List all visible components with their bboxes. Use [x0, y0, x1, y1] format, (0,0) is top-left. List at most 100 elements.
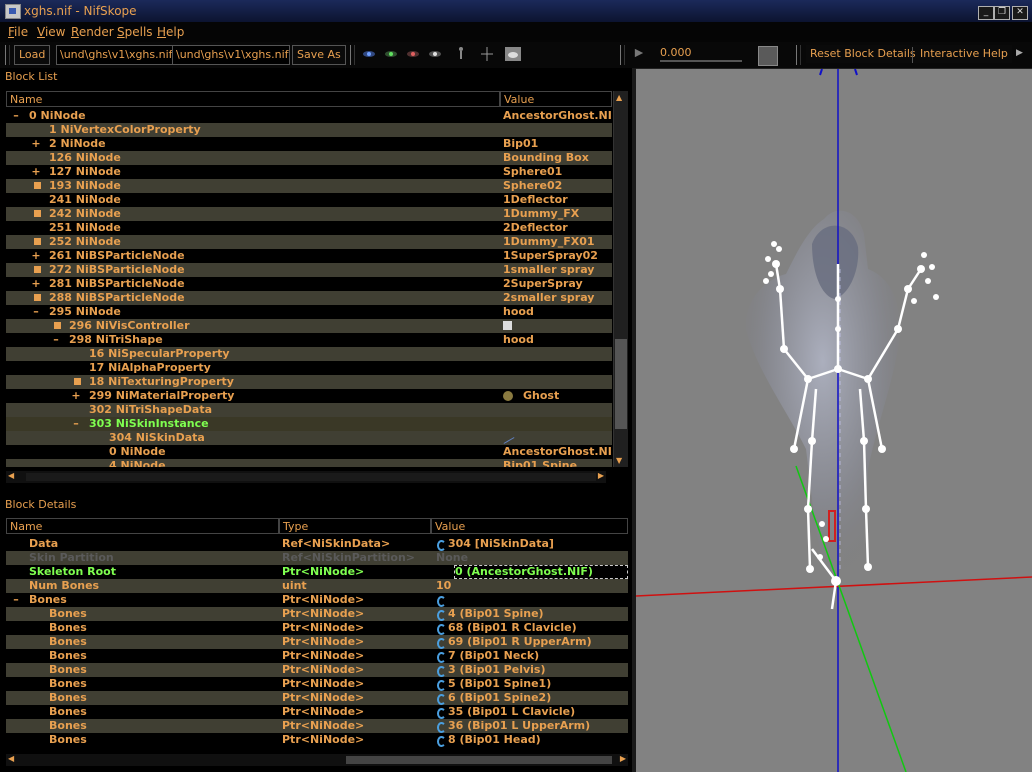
save-as-button[interactable]: Save As — [292, 45, 346, 65]
expand-icon[interactable]: + — [71, 389, 81, 403]
block-list-row[interactable]: 16 NiSpecularProperty — [6, 347, 612, 361]
block-list-row[interactable]: 251 NiNode 2Deflector — [6, 221, 612, 235]
block-details-tree[interactable]: Data Ref<NiSkinData> 304 [NiSkinData] Skin … — [6, 537, 628, 749]
expand-box-icon[interactable] — [34, 294, 41, 301]
block-list-row[interactable]: 296 NiVisController — [6, 319, 612, 333]
block-list-row[interactable]: 1 NiVertexColorProperty — [6, 123, 612, 137]
block-list-row[interactable]: 272 NiBSParticleNode 1smaller spray — [6, 263, 612, 277]
link-icon[interactable] — [436, 651, 446, 663]
block-list-row[interactable]: +261 NiBSParticleNode 1SuperSpray02 — [6, 249, 612, 263]
lighting-icon[interactable] — [504, 46, 522, 62]
detail-row[interactable]: Bones Ptr<NiNode> 8 (Bip01 Head) — [6, 733, 628, 747]
render-viewport[interactable] — [636, 69, 1032, 772]
expand-box-icon[interactable] — [54, 322, 61, 329]
detail-row[interactable]: Bones Ptr<NiNode> 5 (Bip01 Spine1) — [6, 677, 628, 691]
detail-value[interactable] — [436, 593, 626, 607]
link-icon[interactable] — [436, 623, 446, 635]
expand-box-icon[interactable] — [34, 210, 41, 217]
link-icon[interactable] — [436, 735, 446, 747]
block-list-row[interactable]: +281 NiBSParticleNode 2SuperSpray — [6, 277, 612, 291]
collapse-icon[interactable]: – — [71, 417, 81, 431]
detail-row[interactable]: Skeleton Root Ptr<NiNode> 0 (AncestorGhost… — [6, 565, 628, 579]
block-list-row[interactable]: –298 NiTriShape hood — [6, 333, 612, 347]
detail-row[interactable]: Num Bones uint 10 — [6, 579, 628, 593]
toolbar-grip-4[interactable] — [796, 45, 801, 65]
axes-icon[interactable] — [480, 46, 494, 62]
link-icon[interactable] — [436, 679, 446, 691]
expand-icon[interactable]: + — [31, 249, 41, 263]
detail-row[interactable]: Skin Partition Ref<NiSkinPartition> None — [6, 551, 628, 565]
eye-red-icon[interactable] — [406, 49, 420, 59]
loop-button[interactable] — [758, 46, 778, 66]
link-icon[interactable] — [436, 721, 446, 733]
block-details-hscrollbar[interactable]: ◀ ▶ — [6, 754, 628, 766]
menu-view[interactable]: View — [37, 25, 65, 39]
detail-row[interactable]: Bones Ptr<NiNode> 68 (Bip01 R Clavicle) — [6, 621, 628, 635]
detail-value[interactable]: 10 — [436, 579, 626, 593]
block-list-row[interactable]: 252 NiNode 1Dummy_FX01 — [6, 235, 612, 249]
load-path-field[interactable]: \und\ghs\v1\xghs.nif — [56, 45, 174, 65]
block-list-row[interactable]: +2 NiNode Bip01 — [6, 137, 612, 151]
block-list-row[interactable]: 302 NiTriShapeData — [6, 403, 612, 417]
detail-value[interactable]: 3 (Bip01 Pelvis) — [436, 663, 626, 677]
link-icon[interactable] — [436, 609, 446, 621]
toolbar-overflow-icon[interactable]: ▶ — [1016, 48, 1023, 58]
interactive-help-button[interactable]: Interactive Help — [916, 45, 1012, 63]
detail-value[interactable]: 35 (Bip01 L Clavicle) — [436, 705, 626, 719]
block-list-row[interactable]: 17 NiAlphaProperty — [6, 361, 612, 375]
detail-value[interactable]: 304 [NiSkinData] — [436, 537, 626, 551]
detail-value[interactable]: 36 (Bip01 L UpperArm) — [436, 719, 626, 733]
collapse-icon[interactable]: – — [11, 593, 21, 607]
detail-row[interactable]: Bones Ptr<NiNode> 35 (Bip01 L Clavicle) — [6, 705, 628, 719]
block-list-header-name[interactable]: Name — [6, 91, 500, 107]
eye-blue-icon[interactable] — [362, 49, 376, 59]
block-list-row[interactable]: –303 NiSkinInstance — [6, 417, 612, 431]
detail-row[interactable]: Bones Ptr<NiNode> 36 (Bip01 L UpperArm) — [6, 719, 628, 733]
detail-value[interactable]: 7 (Bip01 Neck) — [436, 649, 626, 663]
expand-icon[interactable]: + — [31, 137, 41, 151]
toolbar-grip[interactable] — [5, 45, 10, 65]
block-list-row[interactable]: 242 NiNode 1Dummy_FX — [6, 207, 612, 221]
detail-row[interactable]: – Bones Ptr<NiNode> — [6, 593, 628, 607]
link-icon[interactable] — [436, 637, 446, 649]
block-list-row[interactable]: 0 NiNode AncestorGhost.NIF — [6, 445, 612, 459]
detail-row[interactable]: Bones Ptr<NiNode> 4 (Bip01 Spine) — [6, 607, 628, 621]
expand-icon[interactable]: + — [31, 165, 41, 179]
close-button[interactable]: ✕ — [1012, 6, 1028, 20]
menu-file[interactable]: File — [8, 25, 28, 39]
block-details-header-type[interactable]: Type — [279, 518, 431, 534]
link-icon[interactable] — [436, 707, 446, 719]
block-list-row[interactable]: 18 NiTexturingProperty — [6, 375, 612, 389]
collapse-icon[interactable]: – — [51, 333, 61, 347]
block-list-row[interactable]: 4 NiNode Bip01 Spine — [6, 459, 612, 467]
block-list-row[interactable]: 241 NiNode 1Deflector — [6, 193, 612, 207]
expand-icon[interactable]: + — [31, 277, 41, 291]
collapse-icon[interactable]: – — [31, 305, 41, 319]
load-button[interactable]: Load — [14, 45, 51, 65]
link-icon[interactable] — [436, 539, 446, 551]
detail-row[interactable]: Bones Ptr<NiNode> 6 (Bip01 Spine2) — [6, 691, 628, 705]
block-list-scroll-thumb[interactable] — [615, 339, 627, 429]
block-list-row[interactable]: –295 NiNode hood — [6, 305, 612, 319]
eye-white-icon[interactable] — [428, 49, 442, 59]
figure-icon[interactable] — [454, 46, 468, 62]
menu-render[interactable]: Render — [71, 25, 114, 39]
detail-value[interactable]: 6 (Bip01 Spine2) — [436, 691, 626, 705]
block-details-header-name[interactable]: Name — [6, 518, 279, 534]
detail-value[interactable]: 5 (Bip01 Spine1) — [436, 677, 626, 691]
refresh-icon[interactable] — [436, 595, 446, 607]
detail-value[interactable]: 8 (Bip01 Head) — [436, 733, 626, 747]
detail-value[interactable]: 4 (Bip01 Spine) — [436, 607, 626, 621]
block-list-row[interactable]: 304 NiSkinData — [6, 431, 612, 445]
block-list-row[interactable]: +127 NiNode Sphere01 — [6, 165, 612, 179]
save-path-field[interactable]: \und\ghs\v1\xghs.nif — [172, 45, 290, 65]
block-list-row[interactable]: 193 NiNode Sphere02 — [6, 179, 612, 193]
detail-row[interactable]: Bones Ptr<NiNode> 69 (Bip01 R UpperArm) — [6, 635, 628, 649]
block-list-vscrollbar[interactable]: ▲ ▼ — [613, 91, 628, 467]
menu-help[interactable]: Help — [157, 25, 184, 39]
block-details-scroll-thumb[interactable] — [346, 756, 612, 764]
link-icon[interactable] — [436, 693, 446, 705]
expand-box-icon[interactable] — [34, 266, 41, 273]
block-list-row[interactable]: 288 NiBSParticleNode 2smaller spray — [6, 291, 612, 305]
time-slider[interactable] — [660, 60, 742, 62]
